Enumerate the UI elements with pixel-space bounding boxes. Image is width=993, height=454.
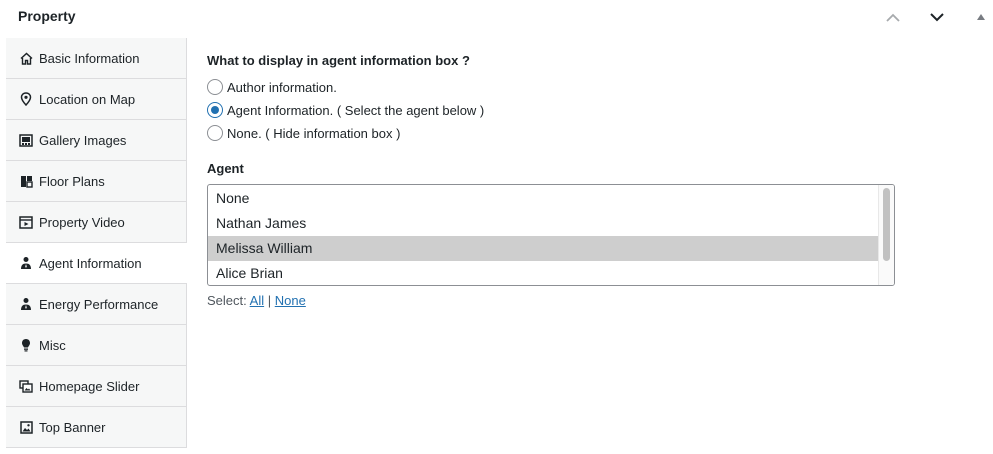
move-up-button[interactable] (882, 6, 904, 28)
agent-option[interactable]: Alice Brian (208, 261, 879, 285)
radio-author-information[interactable] (207, 79, 223, 95)
select-separator: | (267, 293, 272, 308)
tab-floor-plans[interactable]: Floor Plans (6, 161, 186, 202)
scrollbar-thumb[interactable] (883, 188, 890, 261)
tab-label: Agent Information (39, 255, 142, 271)
tab-label: Misc (39, 337, 66, 353)
tabs-sidebar: Basic Information Location on Map Galler… (6, 38, 187, 448)
option-agent-information[interactable]: Agent Information. ( Select the agent be… (207, 102, 484, 118)
tab-basic-information[interactable]: Basic Information (6, 38, 186, 79)
panel-title: Property (18, 8, 76, 24)
slides-icon (19, 379, 33, 393)
tab-location-on-map[interactable]: Location on Map (6, 79, 186, 120)
tab-energy-performance[interactable]: Energy Performance (6, 284, 186, 325)
option-author-information[interactable]: Author information. (207, 79, 337, 95)
tab-label: Gallery Images (39, 132, 127, 148)
agent-option-selected[interactable]: Melissa William (208, 236, 879, 261)
tab-agent-information[interactable]: Agent Information (6, 243, 187, 284)
select-all-link[interactable]: All (250, 293, 264, 308)
option-label: None. ( Hide information box ) (227, 125, 401, 141)
video-icon (19, 215, 33, 229)
tab-label: Floor Plans (39, 173, 105, 189)
agent-multiselect[interactable]: None Nathan James Melissa William Alice … (207, 184, 895, 286)
move-down-button[interactable] (926, 6, 948, 28)
tab-top-banner[interactable]: Top Banner (6, 407, 186, 448)
tab-label: Homepage Slider (39, 378, 140, 394)
home-icon (19, 51, 33, 65)
select-helper: Select: All | None (207, 293, 306, 308)
option-label: Author information. (227, 79, 337, 95)
chevron-down-icon (930, 12, 944, 21)
chevron-up-icon (886, 13, 900, 22)
floor-plan-icon (19, 174, 33, 188)
toggle-panel-button[interactable] (970, 6, 992, 28)
tab-label: Energy Performance (39, 296, 159, 312)
triangle-up-icon (977, 14, 985, 20)
location-pin-icon (19, 92, 33, 106)
tab-property-video[interactable]: Property Video (6, 202, 186, 243)
tab-label: Location on Map (39, 91, 136, 107)
option-label: Agent Information. ( Select the agent be… (227, 102, 485, 118)
listbox-scrollbar[interactable] (878, 185, 894, 285)
radio-agent-information[interactable] (207, 102, 223, 118)
select-none-link[interactable]: None (275, 293, 306, 308)
tab-label: Basic Information (39, 50, 140, 66)
image-icon (19, 420, 33, 434)
tab-misc[interactable]: Misc (6, 325, 186, 366)
agent-option[interactable]: Nathan James (208, 211, 879, 236)
option-none[interactable]: None. ( Hide information box ) (207, 125, 400, 141)
tab-label: Top Banner (39, 419, 106, 435)
display-question-label: What to display in agent information box… (207, 53, 470, 68)
agent-icon (19, 256, 33, 270)
select-prefix: Select: (207, 293, 247, 308)
agent-option[interactable]: None (208, 186, 879, 211)
tab-gallery-images[interactable]: Gallery Images (6, 120, 186, 161)
agent-icon (19, 297, 33, 311)
tab-homepage-slider[interactable]: Homepage Slider (6, 366, 186, 407)
agent-field-label: Agent (207, 161, 244, 176)
radio-none[interactable] (207, 125, 223, 141)
tab-label: Property Video (39, 214, 125, 230)
gallery-icon (19, 133, 33, 147)
lightbulb-icon (19, 338, 33, 352)
postbox-header: Property (0, 0, 993, 34)
